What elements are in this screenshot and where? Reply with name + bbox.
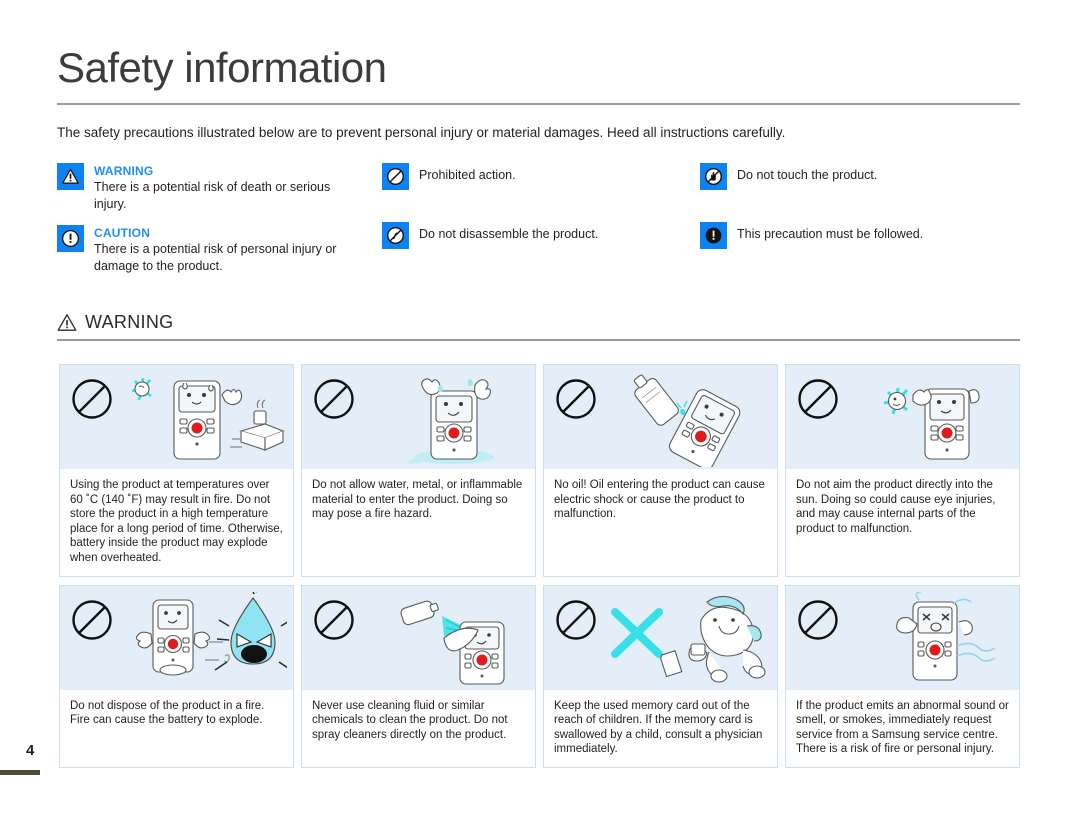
prohibited-circle-icon	[556, 379, 596, 419]
warning-card: Do not allow water, metal, or inflammabl…	[301, 364, 536, 577]
card-text: Do not allow water, metal, or inflammabl…	[302, 469, 535, 576]
card-illustration	[544, 365, 777, 469]
cross-mark-icon	[611, 607, 663, 658]
legend-must-follow-description: This precaution must be followed.	[737, 227, 924, 241]
legend-caution-description: There is a potential risk of personal in…	[94, 242, 337, 273]
prohibited-circle-icon	[556, 599, 596, 640]
legend-item-no-disassemble: Do not disassemble the product.	[382, 222, 700, 249]
card-text: Using the product at temperatures over 6…	[60, 469, 293, 576]
warning-card: Do not aim the product directly into the…	[785, 364, 1020, 577]
do-not-disassemble-icon	[382, 222, 409, 249]
legend-column-2: Prohibited action. Do not disassemble th…	[382, 163, 700, 287]
warning-card: No oil! Oil entering the product can cau…	[543, 364, 778, 577]
legend-item-caution: CAUTION There is a potential risk of per…	[57, 225, 382, 275]
camcorder-emitting-smoke-icon	[896, 591, 996, 681]
prohibited-circle-icon	[314, 379, 354, 419]
card-illustration	[302, 585, 535, 690]
legend-warning-description: There is a potential risk of death or se…	[94, 180, 331, 211]
warning-section-divider	[57, 339, 1020, 341]
card-text: Keep the used memory card out of the rea…	[544, 689, 777, 767]
intro-paragraph: The safety precautions illustrated below…	[57, 125, 786, 140]
camcorder-overheating-with-sun-and-stove-icon	[131, 377, 285, 460]
prohibited-action-icon	[382, 163, 409, 190]
prohibited-circle-icon	[72, 599, 112, 640]
camcorder-with-water-and-metal-entering-icon	[407, 378, 494, 464]
camcorder-aimed-at-sun-icon	[883, 387, 980, 460]
caution-exclamation-icon	[57, 225, 84, 252]
prohibited-circle-icon	[798, 379, 838, 419]
warning-card: Do not dispose of the product in a fire.…	[59, 584, 294, 768]
warning-card: Keep the used memory card out of the rea…	[543, 584, 778, 768]
warning-triangle-outline-icon	[57, 314, 77, 331]
card-illustration	[786, 365, 1019, 469]
legend-prohibited-description: Prohibited action.	[419, 168, 516, 182]
warning-section-header: WARNING	[57, 312, 1020, 341]
legend-item-must-follow: This precaution must be followed.	[700, 222, 1037, 249]
legend-caution-heading: CAUTION	[94, 226, 151, 240]
do-not-touch-icon	[700, 163, 727, 190]
warning-card: Using the product at temperatures over 6…	[59, 364, 294, 577]
spray-cleaner-on-camcorder-icon	[400, 600, 505, 685]
legend-item-prohibited: Prohibited action.	[382, 163, 700, 190]
warning-card: Never use cleaning fluid or similar chem…	[301, 584, 536, 768]
legend-item-no-touch: Do not touch the product.	[700, 163, 1037, 190]
warning-section-head-row: WARNING	[57, 312, 1020, 339]
warning-section-label: WARNING	[85, 312, 174, 332]
legend-no-touch-description: Do not touch the product.	[737, 168, 878, 182]
camcorder-thrown-into-fire-icon	[135, 591, 287, 676]
card-illustration	[302, 365, 535, 469]
card-illustration	[786, 585, 1019, 690]
card-text: No oil! Oil entering the product can cau…	[544, 469, 777, 576]
legend-item-warning: WARNING There is a potential risk of dea…	[57, 163, 382, 213]
card-text: If the product emits an abnormal sound o…	[786, 689, 1019, 767]
legend-column-1: WARNING There is a potential risk of dea…	[57, 163, 382, 287]
footer-bar	[0, 770, 40, 775]
legend-no-disassemble-description: Do not disassemble the product.	[419, 227, 599, 241]
legend-column-3: Do not touch the product. This precautio…	[700, 163, 1037, 287]
prohibited-circle-icon	[798, 599, 838, 640]
page-number: 4	[26, 742, 35, 759]
sun-burst	[131, 377, 152, 401]
sun-burst	[883, 387, 909, 415]
card-text: Never use cleaning fluid or similar chem…	[302, 689, 535, 767]
legend-caution-body: CAUTION There is a potential risk of per…	[94, 225, 344, 275]
card-illustration	[60, 585, 293, 690]
card-illustration	[544, 585, 777, 690]
safety-information-page: Safety information The safety precaution…	[0, 0, 1080, 825]
oil-bottle-pouring-on-camcorder-icon	[633, 374, 741, 467]
prohibited-circle-icon	[314, 599, 354, 640]
legend: WARNING There is a potential risk of dea…	[57, 163, 1037, 287]
legend-warning-body: WARNING There is a potential risk of dea…	[94, 163, 344, 213]
title-divider	[57, 103, 1020, 105]
warning-triangle-icon	[57, 163, 84, 190]
card-text: Do not aim the product directly into the…	[786, 469, 1019, 576]
card-text: Do not dispose of the product in a fire.…	[60, 689, 293, 767]
prohibited-circle-icon	[72, 379, 112, 419]
page-title: Safety information	[57, 44, 387, 91]
card-illustration	[60, 365, 293, 469]
child-swallowing-memory-card-icon	[611, 595, 766, 683]
warning-card-grid: Using the product at temperatures over 6…	[59, 364, 1020, 768]
legend-warning-heading: WARNING	[94, 164, 154, 178]
must-be-followed-icon	[700, 222, 727, 249]
warning-card: If the product emits an abnormal sound o…	[785, 584, 1020, 768]
